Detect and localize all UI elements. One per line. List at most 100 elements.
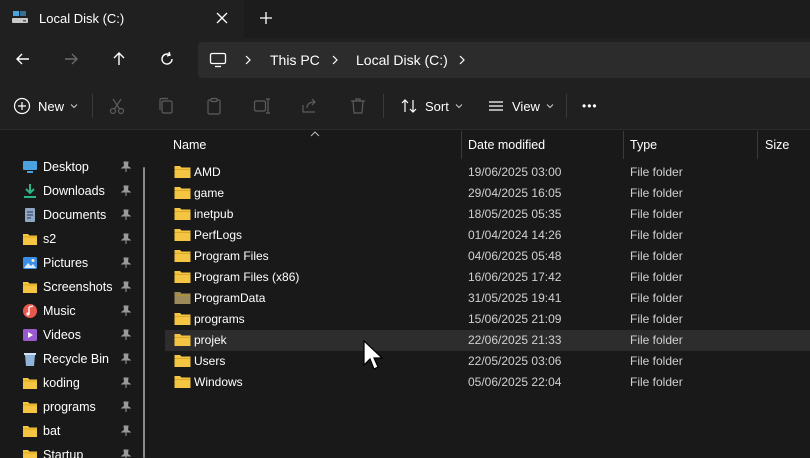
separator bbox=[383, 94, 384, 118]
sidebar-item-videos[interactable]: Videos bbox=[0, 323, 140, 347]
new-button[interactable]: New bbox=[13, 82, 78, 130]
mouse-cursor-icon bbox=[363, 340, 383, 370]
sidebar-item-downloads[interactable]: Downloads bbox=[0, 179, 140, 203]
sidebar-item-screenshots[interactable]: Screenshots bbox=[0, 275, 140, 299]
sidebar-item-music[interactable]: Music bbox=[0, 299, 140, 323]
cut-button[interactable] bbox=[108, 82, 126, 130]
arrow-right-icon[interactable] bbox=[63, 51, 79, 67]
pin-icon[interactable] bbox=[120, 425, 132, 437]
table-row[interactable]: ProgramData 31/05/2025 19:41 File folder bbox=[165, 288, 810, 309]
chevron-right-icon[interactable] bbox=[457, 55, 467, 65]
folder-icon bbox=[174, 334, 191, 346]
column-header-size[interactable]: Size bbox=[765, 131, 789, 159]
sidebar-scrollbar[interactable] bbox=[143, 167, 145, 458]
pin-icon[interactable] bbox=[120, 209, 132, 221]
close-icon[interactable] bbox=[215, 11, 229, 25]
pin-icon[interactable] bbox=[120, 257, 132, 269]
new-tab-icon[interactable] bbox=[259, 11, 273, 25]
sidebar-item-recycle-bin[interactable]: Recycle Bin bbox=[0, 347, 140, 371]
table-row[interactable]: Users 22/05/2025 03:06 File folder bbox=[165, 351, 810, 372]
pin-icon[interactable] bbox=[120, 377, 132, 389]
column-header-type[interactable]: Type bbox=[630, 131, 657, 159]
refresh-icon[interactable] bbox=[159, 51, 175, 67]
table-row[interactable]: programs 15/06/2025 21:09 File folder bbox=[165, 309, 810, 330]
file-type: File folder bbox=[630, 270, 683, 284]
sidebar-item-label: bat bbox=[43, 424, 61, 438]
sidebar-item-s2[interactable]: s2 bbox=[0, 227, 140, 251]
column-divider[interactable] bbox=[461, 131, 462, 159]
table-row[interactable]: game 29/04/2025 16:05 File folder bbox=[165, 183, 810, 204]
pin-icon[interactable] bbox=[120, 353, 132, 365]
new-label: New bbox=[38, 98, 65, 114]
file-date-modified: 05/06/2025 22:04 bbox=[468, 375, 562, 389]
chevron-right-icon[interactable] bbox=[243, 55, 253, 65]
sidebar-item-programs[interactable]: programs bbox=[0, 395, 140, 419]
view-button[interactable]: View bbox=[487, 82, 554, 130]
file-date-modified: 01/04/2024 14:26 bbox=[468, 228, 562, 242]
column-divider[interactable] bbox=[757, 131, 758, 159]
chevron-right-icon[interactable] bbox=[330, 55, 340, 65]
table-row[interactable]: inetpub 18/05/2025 05:35 File folder bbox=[165, 204, 810, 225]
file-name: PerfLogs bbox=[194, 228, 243, 242]
more-options-button[interactable]: ••• bbox=[582, 82, 598, 130]
sidebar-item-koding[interactable]: koding bbox=[0, 371, 140, 395]
sort-button[interactable]: Sort bbox=[400, 82, 463, 130]
copy-button[interactable] bbox=[157, 82, 175, 130]
sidebar-item-label: Music bbox=[43, 304, 76, 318]
document-icon bbox=[25, 208, 35, 222]
computer-icon bbox=[209, 52, 227, 68]
plus-circle-icon bbox=[13, 97, 31, 115]
share-icon bbox=[302, 98, 316, 113]
breadcrumb-this-pc[interactable]: This PC bbox=[270, 52, 320, 68]
delete-button[interactable] bbox=[349, 82, 367, 130]
paste-button[interactable] bbox=[205, 82, 223, 130]
pin-icon[interactable] bbox=[120, 233, 132, 245]
arrow-up-icon[interactable] bbox=[111, 51, 127, 67]
column-divider[interactable] bbox=[623, 131, 624, 159]
file-name: programs bbox=[194, 312, 245, 326]
folder-icon bbox=[174, 166, 191, 178]
address-bar[interactable]: This PC Local Disk (C:) bbox=[198, 42, 810, 78]
table-row[interactable]: projek 22/06/2025 21:33 File folder bbox=[165, 330, 810, 351]
pin-icon[interactable] bbox=[120, 281, 132, 293]
download-icon bbox=[24, 184, 36, 198]
sidebar-item-bat[interactable]: bat bbox=[0, 419, 140, 443]
folder-icon bbox=[23, 426, 37, 437]
table-row[interactable]: AMD 19/06/2025 03:00 File folder bbox=[165, 162, 810, 183]
file-date-modified: 22/05/2025 03:06 bbox=[468, 354, 562, 368]
table-row[interactable]: PerfLogs 01/04/2024 14:26 File folder bbox=[165, 225, 810, 246]
pin-icon[interactable] bbox=[120, 185, 132, 197]
folder-icon bbox=[174, 292, 191, 304]
separator bbox=[566, 94, 567, 118]
pin-icon[interactable] bbox=[120, 401, 132, 413]
column-header-name[interactable]: Name bbox=[173, 131, 206, 159]
pin-icon[interactable] bbox=[120, 161, 132, 173]
sidebar-item-label: Desktop bbox=[43, 160, 89, 174]
sidebar-item-label: Documents bbox=[43, 208, 107, 222]
breadcrumb-local-disk[interactable]: Local Disk (C:) bbox=[356, 52, 448, 68]
arrow-left-icon[interactable] bbox=[15, 51, 31, 67]
file-type: File folder bbox=[630, 291, 683, 305]
pin-icon[interactable] bbox=[120, 329, 132, 341]
sidebar-item-startup[interactable]: Startup bbox=[0, 443, 140, 458]
rename-button[interactable] bbox=[253, 82, 271, 130]
sidebar-item-documents[interactable]: Documents bbox=[0, 203, 140, 227]
table-row[interactable]: Windows 05/06/2025 22:04 File folder bbox=[165, 372, 810, 393]
table-row[interactable]: Program Files 04/06/2025 05:48 File folder bbox=[165, 246, 810, 267]
folder-icon bbox=[23, 402, 37, 413]
table-row[interactable]: Program Files (x86) 16/06/2025 17:42 File … bbox=[165, 267, 810, 288]
file-date-modified: 18/05/2025 05:35 bbox=[468, 207, 562, 221]
file-date-modified: 29/04/2025 16:05 bbox=[468, 186, 562, 200]
tab-local-disk[interactable]: Local Disk (C:) bbox=[0, 0, 244, 38]
share-button[interactable] bbox=[301, 82, 319, 130]
sidebar-item-label: Startup bbox=[43, 448, 84, 458]
sidebar-item-pictures[interactable]: Pictures bbox=[0, 251, 140, 275]
column-header-date[interactable]: Date modified bbox=[468, 131, 545, 159]
file-type: File folder bbox=[630, 186, 683, 200]
file-type: File folder bbox=[630, 333, 683, 347]
pin-icon[interactable] bbox=[120, 305, 132, 317]
folder-icon bbox=[174, 355, 191, 367]
file-date-modified: 31/05/2025 19:41 bbox=[468, 291, 562, 305]
pin-icon[interactable] bbox=[120, 449, 132, 458]
sidebar-item-desktop[interactable]: Desktop bbox=[0, 155, 140, 179]
